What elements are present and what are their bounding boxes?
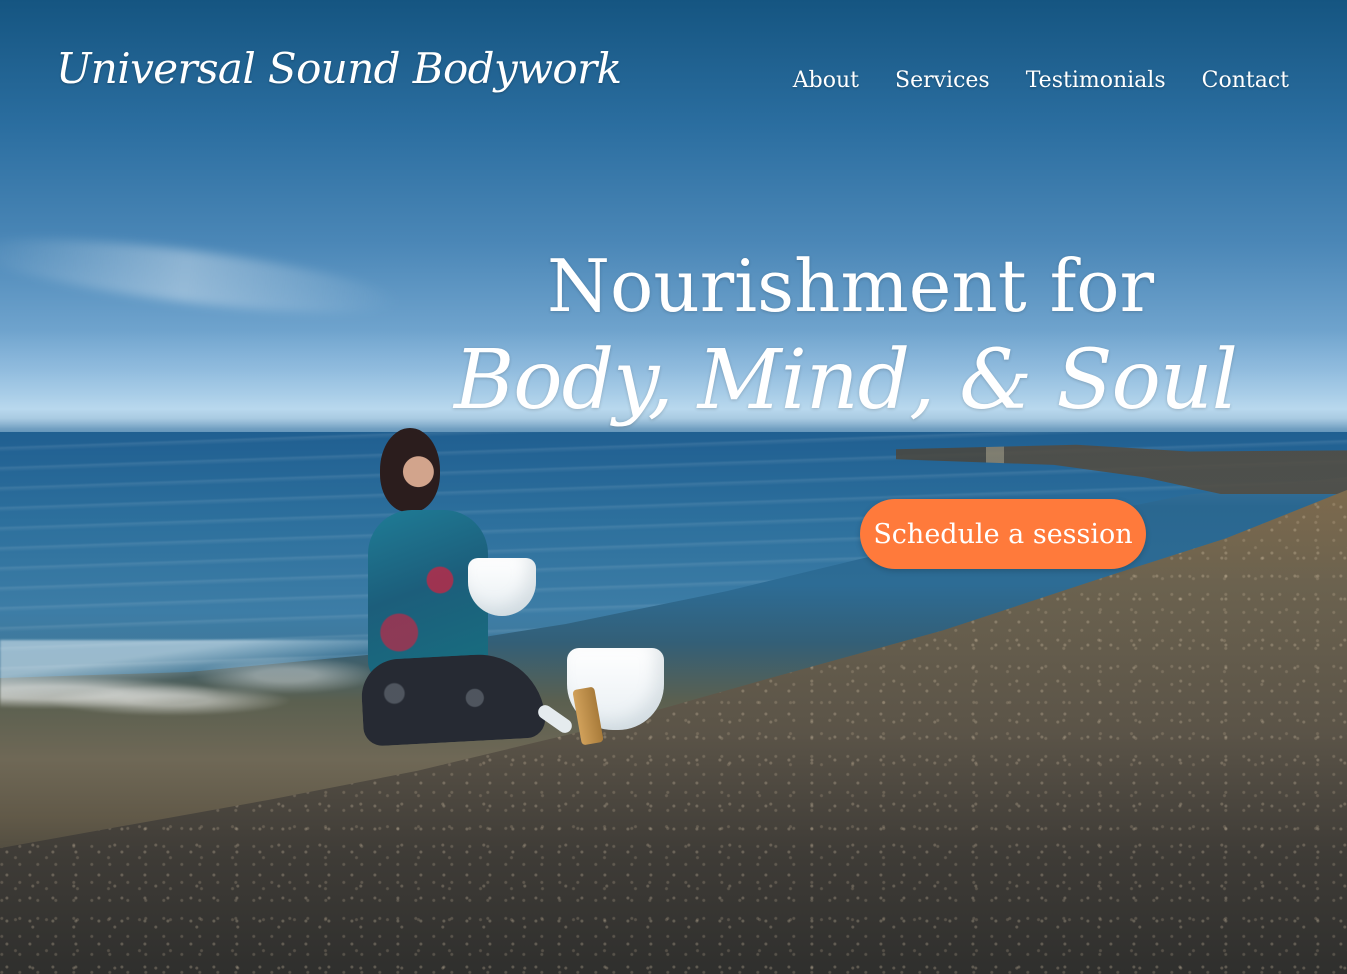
person-head <box>380 428 440 512</box>
hero-subheadline: Body, Mind, & Soul <box>454 333 1238 428</box>
hero-headline: Nourishment for <box>547 244 1154 328</box>
site-header: Universal Sound Bodywork About Services … <box>0 0 1347 150</box>
nav-services-link[interactable]: Services <box>895 70 990 92</box>
sound-healer-photo-subject <box>352 428 664 758</box>
cloud-streak <box>0 223 402 329</box>
main-navigation: About Services Testimonials Contact <box>793 70 1289 92</box>
kneeling-legs <box>359 651 547 747</box>
hero-section: Universal Sound Bodywork About Services … <box>0 0 1347 974</box>
schedule-session-button[interactable]: Schedule a session <box>860 499 1146 569</box>
hero-copy: Nourishment for Body, Mind, & Soul <box>454 244 1238 428</box>
site-logo[interactable]: Universal Sound Bodywork <box>56 48 622 90</box>
nav-about-link[interactable]: About <box>793 70 859 92</box>
nav-testimonials-link[interactable]: Testimonials <box>1026 70 1166 92</box>
nav-contact-link[interactable]: Contact <box>1202 70 1289 92</box>
